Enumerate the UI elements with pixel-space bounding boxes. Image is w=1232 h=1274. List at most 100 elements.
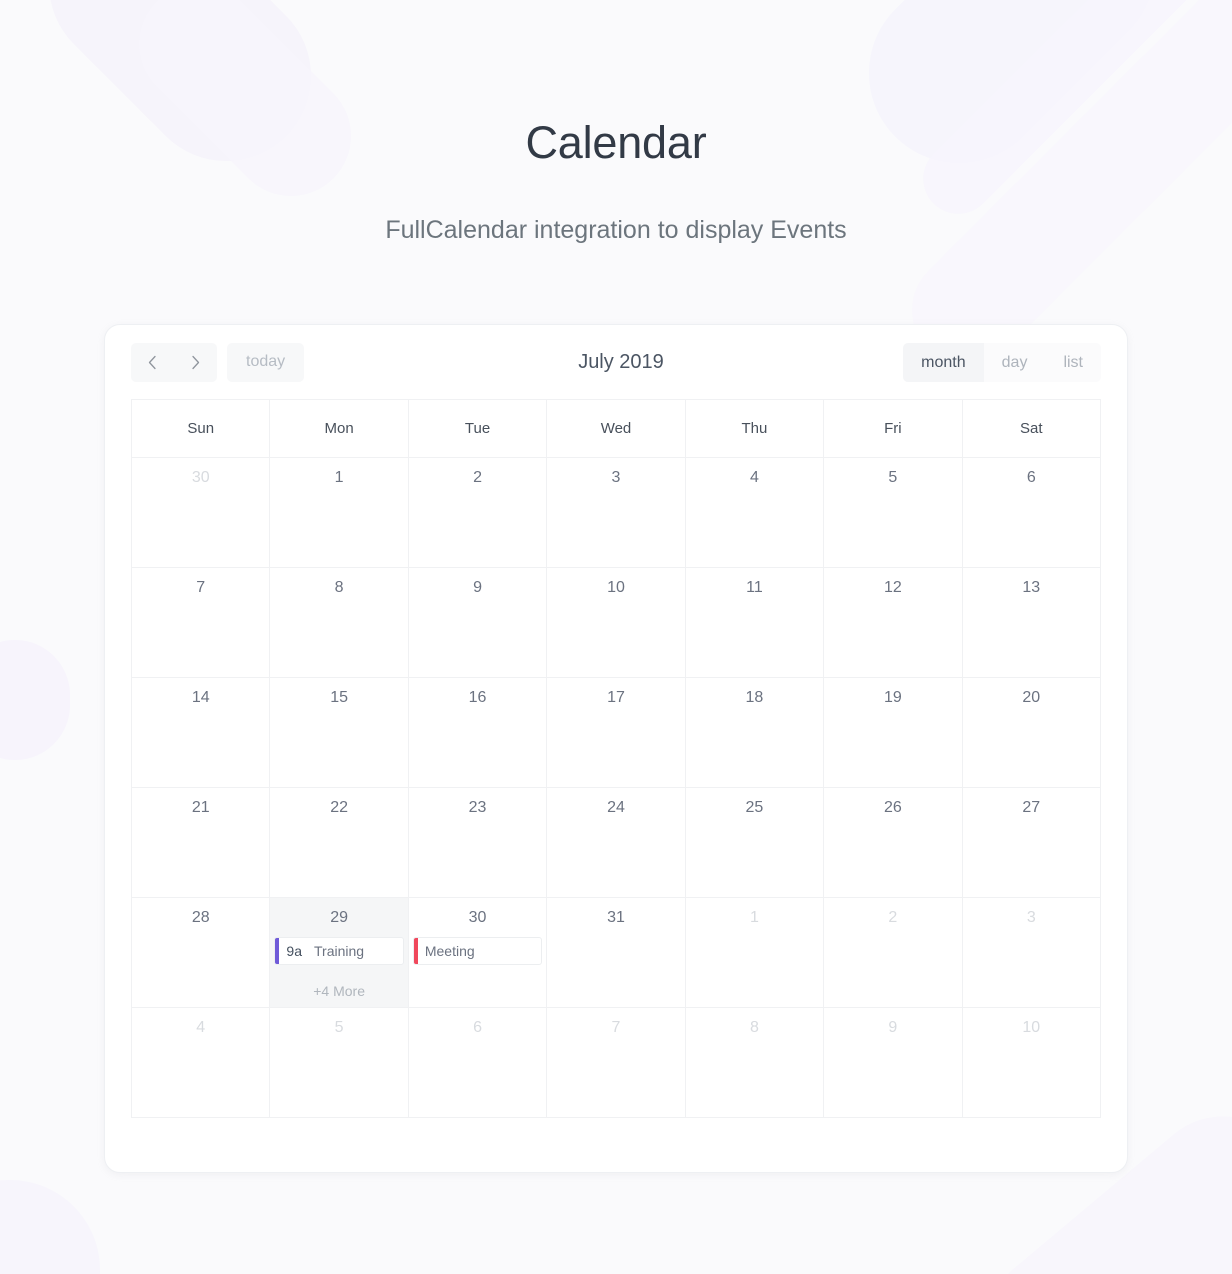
calendar-day-cell[interactable]: 24	[547, 788, 686, 898]
more-events-link[interactable]: +4 More	[270, 977, 407, 1007]
calendar-card: today July 2019 month day list Sun Mon Tue…	[104, 324, 1128, 1173]
calendar-event[interactable]: Meeting	[412, 936, 543, 965]
weekday-header-tue: Tue	[408, 400, 548, 458]
calendar-week-row: 30 1 2 3 4 5 6	[132, 458, 1101, 568]
day-events	[409, 487, 546, 567]
day-number: 1	[334, 469, 344, 486]
calendar-day-cell[interactable]: 8	[270, 568, 409, 678]
calendar-day-cell[interactable]: 25	[685, 788, 825, 898]
day-events	[132, 817, 269, 897]
calendar-day-cell[interactable]: 7	[547, 1008, 686, 1118]
day-number: 1	[749, 909, 759, 926]
day-number: 17	[607, 689, 625, 706]
calendar-day-cell[interactable]: 3	[962, 898, 1101, 1008]
calendar-day-cell[interactable]: 5	[824, 458, 963, 568]
calendar-day-cell[interactable]: 11	[685, 568, 825, 678]
prev-month-button[interactable]	[131, 343, 174, 382]
day-number: 9	[473, 579, 483, 596]
calendar-day-cell[interactable]: 12	[824, 568, 963, 678]
weekday-header-sat: Sat	[962, 400, 1101, 458]
calendar-day-cell[interactable]: 13	[962, 568, 1101, 678]
calendar-day-cell[interactable]: 6	[962, 458, 1101, 568]
day-number: 14	[191, 689, 210, 706]
calendar-day-cell[interactable]: 14	[132, 678, 271, 788]
weekday-header-mon: Mon	[270, 400, 409, 458]
calendar-day-cell[interactable]: 30 Meeting	[408, 898, 548, 1008]
calendar-day-cell[interactable]: 29 9a Training +4 More	[270, 898, 409, 1008]
day-number: 10	[607, 579, 625, 596]
calendar-day-cell[interactable]: 30	[132, 458, 271, 568]
calendar-day-cell[interactable]: 1	[270, 458, 409, 568]
calendar-day-cell[interactable]: 18	[685, 678, 825, 788]
calendar-day-cell[interactable]: 27	[962, 788, 1101, 898]
calendar-day-cell[interactable]: 7	[132, 568, 271, 678]
event-color-bar	[413, 937, 418, 964]
calendar-day-cell[interactable]: 22	[270, 788, 409, 898]
day-number: 3	[1026, 909, 1036, 926]
event-color-bar	[275, 937, 280, 964]
calendar-day-cell[interactable]: 23	[408, 788, 548, 898]
view-button-day[interactable]: day	[984, 343, 1046, 382]
day-number: 26	[883, 799, 902, 816]
day-events	[132, 487, 269, 567]
day-number: 22	[330, 799, 349, 816]
day-events	[686, 707, 823, 787]
next-month-button[interactable]	[174, 343, 217, 382]
calendar-day-cell[interactable]: 19	[824, 678, 963, 788]
weekday-header-wed: Wed	[547, 400, 686, 458]
calendar-day-cell[interactable]: 9	[408, 568, 548, 678]
calendar-event[interactable]: 9a Training	[274, 936, 404, 965]
day-number: 19	[883, 689, 902, 706]
calendar-day-cell[interactable]: 21	[132, 788, 271, 898]
calendar-grid: Sun Mon Tue Wed Thu Fri Sat 30 1 2 3 4 5 6 7 8 9 10 11 12 1…	[131, 399, 1101, 1118]
calendar-day-cell[interactable]: 4	[132, 1008, 271, 1118]
day-number: 31	[607, 909, 625, 926]
calendar-day-cell[interactable]: 28	[132, 898, 271, 1008]
day-events	[132, 707, 269, 787]
calendar-day-cell[interactable]: 20	[962, 678, 1101, 788]
day-number: 8	[334, 579, 344, 596]
day-number: 6	[1026, 469, 1036, 486]
toolbar-left-group: today	[131, 342, 305, 382]
day-events	[547, 597, 684, 677]
day-events	[547, 707, 684, 787]
calendar-week-row: 4 5 6 7 8 9 10	[132, 1008, 1101, 1118]
day-number: 23	[468, 799, 487, 816]
calendar-day-cell[interactable]: 10	[547, 568, 686, 678]
calendar-day-cell[interactable]: 3	[547, 458, 686, 568]
calendar-day-cell[interactable]: 16	[408, 678, 548, 788]
day-events	[547, 927, 684, 1007]
day-events	[824, 707, 961, 787]
calendar-day-cell[interactable]: 9	[824, 1008, 963, 1118]
day-number: 15	[330, 689, 349, 706]
day-events	[270, 597, 407, 677]
calendar-day-cell[interactable]: 15	[270, 678, 409, 788]
day-number: 6	[473, 1019, 483, 1036]
day-events	[686, 927, 823, 1007]
day-events	[409, 707, 546, 787]
calendar-day-cell[interactable]: 10	[962, 1008, 1101, 1118]
day-number: 8	[749, 1019, 759, 1036]
day-number: 20	[1022, 689, 1041, 706]
calendar-day-cell[interactable]: 31	[547, 898, 686, 1008]
calendar-day-cell[interactable]: 17	[547, 678, 686, 788]
calendar-day-cell[interactable]: 4	[685, 458, 825, 568]
calendar-day-cell[interactable]: 26	[824, 788, 963, 898]
calendar-day-cell[interactable]: 2	[408, 458, 548, 568]
calendar-day-cell[interactable]: 1	[685, 898, 825, 1008]
calendar-week-row: 28 29 9a Training +4 More 30 Meeting 31 1 2 3	[132, 898, 1101, 1008]
calendar-day-cell[interactable]: 6	[408, 1008, 548, 1118]
calendar-day-cell[interactable]: 8	[685, 1008, 825, 1118]
day-events	[686, 487, 823, 567]
day-events: 9a Training	[270, 927, 407, 977]
calendar-weeks: 30 1 2 3 4 5 6 7 8 9 10 11 12 13 14 15 16 17 18 19 20 21 22 23 2…	[132, 458, 1101, 1118]
calendar-day-cell[interactable]: 5	[270, 1008, 409, 1118]
calendar-day-cell[interactable]: 2	[824, 898, 963, 1008]
day-number: 29	[330, 909, 349, 926]
day-events	[270, 707, 407, 787]
day-number: 2	[888, 909, 898, 926]
view-button-month[interactable]: month	[903, 342, 984, 382]
today-button[interactable]: today	[227, 342, 305, 382]
view-button-list[interactable]: list	[1045, 343, 1101, 382]
day-events	[409, 1037, 546, 1117]
